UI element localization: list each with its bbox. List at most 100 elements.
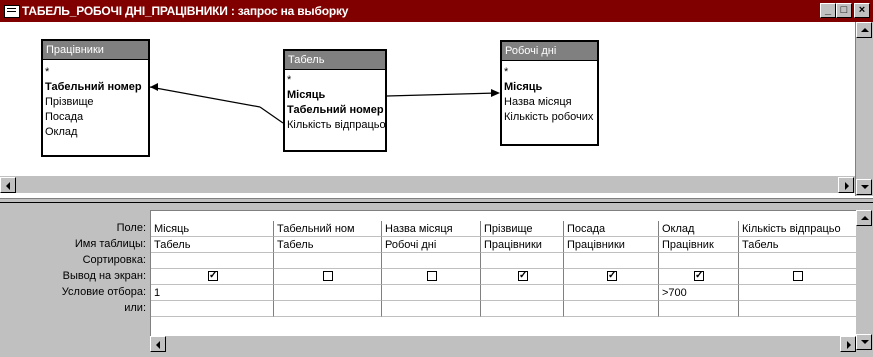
table-box-tabel[interactable]: Табель * Місяць Табельний номер Кількість в… xyxy=(283,49,387,152)
grid-cell-field[interactable]: Оклад xyxy=(659,221,739,237)
field-item[interactable]: Прізвище xyxy=(43,95,148,110)
show-checkbox[interactable]: ✓ xyxy=(208,271,218,281)
row-label-show: Вывод на экран: xyxy=(62,270,146,282)
relation-arrow-icon xyxy=(491,89,500,97)
scroll-right-button[interactable] xyxy=(838,177,854,193)
grid-cell-criteria[interactable] xyxy=(481,285,564,301)
minimize-button[interactable]: _ xyxy=(820,3,836,18)
row-label-field: Поле: xyxy=(116,222,146,234)
scroll-left-button[interactable] xyxy=(0,177,16,193)
field-item[interactable]: Оклад xyxy=(43,125,148,140)
show-checkbox-cell[interactable]: ✓ xyxy=(564,269,659,285)
grid-cell-table[interactable]: Працівники xyxy=(564,237,659,253)
field-item[interactable]: * xyxy=(502,65,597,80)
grid-cell-table[interactable]: Табель xyxy=(739,237,857,253)
close-button[interactable]: × xyxy=(854,3,870,18)
title-bar[interactable]: ТАБЕЛЬ_РОБОЧІ ДНІ_ПРАЦІВНИКИ : запрос на… xyxy=(0,0,873,22)
scroll-down-button[interactable] xyxy=(856,334,872,350)
field-item[interactable]: Табельний номер xyxy=(43,80,148,95)
grid-cell-or[interactable] xyxy=(151,301,274,317)
grid-cell-field[interactable]: Назва місяця xyxy=(382,221,481,237)
table-box-pracivnyky[interactable]: Працівники * Табельний номер Прізвище Посад… xyxy=(41,39,150,157)
table-title[interactable]: Працівники xyxy=(43,41,148,60)
show-checkbox[interactable] xyxy=(323,271,333,281)
diagram-vertical-scrollbar[interactable] xyxy=(855,22,873,196)
show-checkbox[interactable]: ✓ xyxy=(607,271,617,281)
row-label-or: или: xyxy=(124,302,146,314)
diagram-horizontal-scrollbar[interactable] xyxy=(0,176,855,193)
query-grid-pane: Поле: Имя таблицы: Сортировка: Вывод на … xyxy=(0,203,873,357)
grid-cell-field[interactable]: Прізвище xyxy=(481,221,564,237)
relation-line-1[interactable] xyxy=(149,86,261,108)
grid-cell-table[interactable]: Працівники xyxy=(481,237,564,253)
show-checkbox[interactable]: ✓ xyxy=(518,271,528,281)
relation-arrow-icon xyxy=(150,83,158,91)
show-checkbox-cell[interactable] xyxy=(274,269,382,285)
design-grid[interactable]: Місяць Табель ✓ 1 Табельний ном Табель Назва м… xyxy=(150,210,857,337)
show-checkbox[interactable] xyxy=(793,271,803,281)
field-item[interactable]: Посада xyxy=(43,110,148,125)
field-item[interactable]: Кількість робочих xyxy=(502,110,597,125)
grid-cell-sort[interactable] xyxy=(151,253,274,269)
scroll-left-button[interactable] xyxy=(150,336,166,352)
query-icon[interactable] xyxy=(4,5,20,18)
grid-cell-sort[interactable] xyxy=(739,253,857,269)
grid-cell-or[interactable] xyxy=(659,301,739,317)
scroll-up-button[interactable] xyxy=(856,210,872,226)
show-checkbox-cell[interactable]: ✓ xyxy=(481,269,564,285)
field-item[interactable]: Табельний номер xyxy=(285,103,385,118)
show-checkbox-cell[interactable] xyxy=(382,269,481,285)
table-diagram-area: Працівники * Табельний номер Прізвище Посад… xyxy=(0,22,873,198)
grid-cell-sort[interactable] xyxy=(274,253,382,269)
grid-cell-sort[interactable] xyxy=(564,253,659,269)
grid-cell-or[interactable] xyxy=(739,301,857,317)
field-item[interactable]: Кількість відпрацьованих xyxy=(285,118,385,133)
grid-cell-or[interactable] xyxy=(382,301,481,317)
scroll-right-button[interactable] xyxy=(840,336,856,352)
show-checkbox[interactable] xyxy=(427,271,437,281)
grid-cell-field[interactable]: Місяць xyxy=(151,221,274,237)
field-item[interactable]: Місяць xyxy=(502,80,597,95)
grid-cell-criteria[interactable]: >700 xyxy=(659,285,739,301)
show-checkbox[interactable]: ✓ xyxy=(694,271,704,281)
grid-cell-table[interactable]: Табель xyxy=(151,237,274,253)
row-label-table: Имя таблицы: xyxy=(74,238,146,250)
grid-cell-criteria[interactable] xyxy=(274,285,382,301)
field-item[interactable]: * xyxy=(285,73,385,88)
table-box-robochi-dni[interactable]: Робочі дні * Місяць Назва місяця Кількість … xyxy=(500,40,599,146)
grid-cell-table[interactable]: Робочі дні xyxy=(382,237,481,253)
grid-horizontal-scrollbar[interactable] xyxy=(150,336,856,352)
row-label-sort: Сортировка: xyxy=(82,254,146,266)
grid-cell-field[interactable]: Кількість відпрацьо xyxy=(739,221,857,237)
scroll-up-button[interactable] xyxy=(856,22,872,38)
grid-cell-criteria[interactable] xyxy=(739,285,857,301)
grid-cell-criteria[interactable]: 1 xyxy=(151,285,274,301)
row-label-criteria: Условие отбора: xyxy=(61,286,146,298)
grid-cell-field[interactable]: Посада xyxy=(564,221,659,237)
window-title: ТАБЕЛЬ_РОБОЧІ ДНІ_ПРАЦІВНИКИ : запрос на… xyxy=(22,4,349,18)
grid-cell-sort[interactable] xyxy=(481,253,564,269)
grid-cell-sort[interactable] xyxy=(659,253,739,269)
maximize-button[interactable]: □ xyxy=(836,3,852,18)
grid-cell-table[interactable]: Табель xyxy=(274,237,382,253)
show-checkbox-cell[interactable]: ✓ xyxy=(151,269,274,285)
field-item[interactable]: Назва місяця xyxy=(502,95,597,110)
field-item[interactable]: * xyxy=(43,65,148,80)
table-title[interactable]: Робочі дні xyxy=(502,42,597,61)
grid-cell-or[interactable] xyxy=(564,301,659,317)
grid-cell-criteria[interactable] xyxy=(564,285,659,301)
table-title[interactable]: Табель xyxy=(285,51,385,70)
field-item[interactable]: Місяць xyxy=(285,88,385,103)
show-checkbox-cell[interactable]: ✓ xyxy=(659,269,739,285)
grid-cell-table[interactable]: Працівник xyxy=(659,237,739,253)
show-checkbox-cell[interactable] xyxy=(739,269,857,285)
grid-cell-or[interactable] xyxy=(481,301,564,317)
grid-vertical-scrollbar[interactable] xyxy=(856,210,873,350)
grid-cell-sort[interactable] xyxy=(382,253,481,269)
grid-cell-criteria[interactable] xyxy=(382,285,481,301)
scroll-down-button[interactable] xyxy=(856,179,872,195)
relation-line-2[interactable] xyxy=(386,92,498,97)
grid-cell-field[interactable]: Табельний ном xyxy=(274,221,382,237)
grid-cell-or[interactable] xyxy=(274,301,382,317)
query-window: ТАБЕЛЬ_РОБОЧІ ДНІ_ПРАЦІВНИКИ : запрос на… xyxy=(0,0,873,357)
